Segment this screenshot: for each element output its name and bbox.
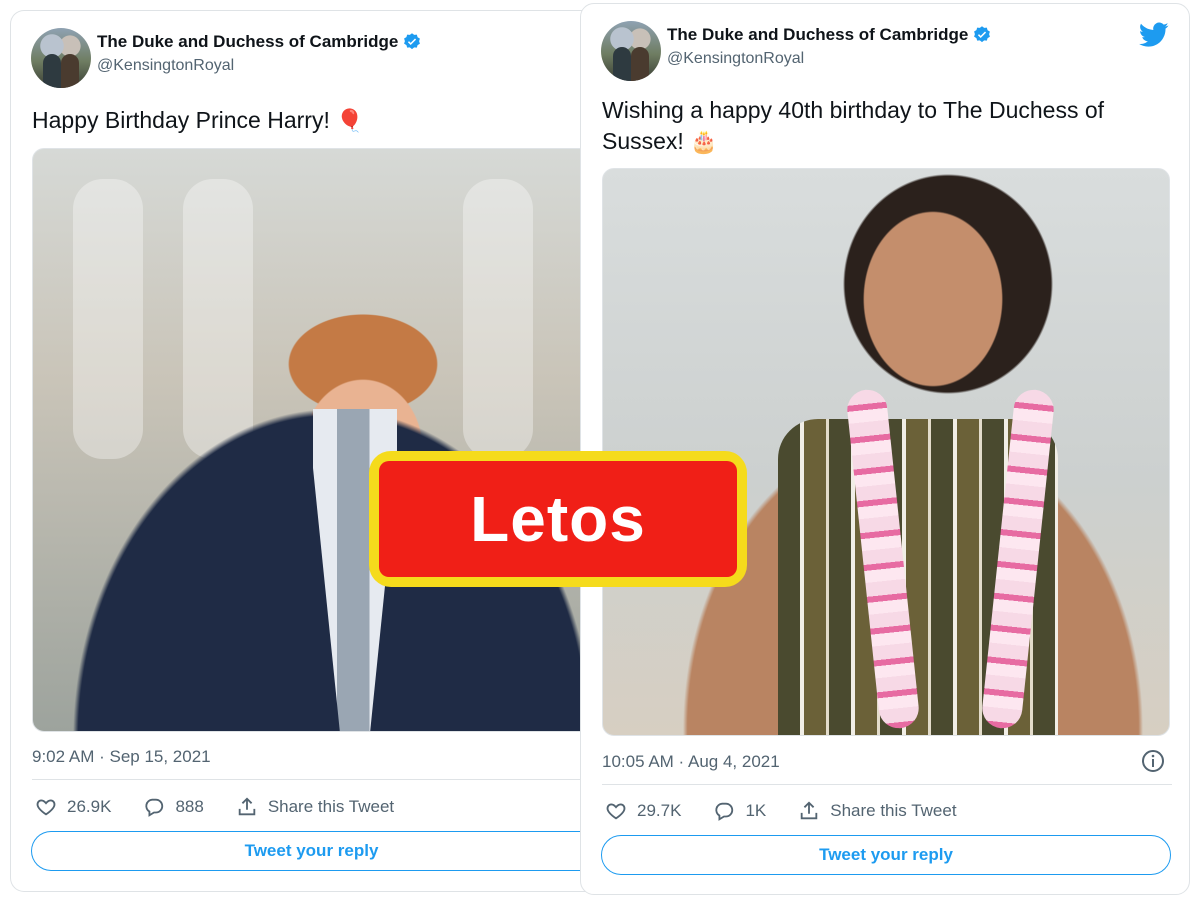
share-label: Share this Tweet — [830, 801, 957, 820]
author-name[interactable]: The Duke and Duchess of Cambridge — [97, 32, 422, 52]
cake-emoji: 🎂 — [690, 129, 718, 154]
tweet-actions: 26.9K 888 Share this Tweet — [35, 796, 426, 818]
author-name-text: The Duke and Duchess of Cambridge — [667, 25, 969, 44]
share-button[interactable]: Share this Tweet — [236, 796, 394, 818]
author-name-text: The Duke and Duchess of Cambridge — [97, 32, 399, 51]
heart-icon — [36, 799, 56, 816]
avatar[interactable] — [31, 28, 91, 88]
share-label: Share this Tweet — [267, 797, 395, 816]
info-icon[interactable] — [1141, 749, 1165, 773]
reply-bubble-icon — [145, 798, 164, 817]
tweet-text-content: Wishing a happy 40th birthday to The Duc… — [602, 97, 1105, 154]
share-button[interactable]: Share this Tweet — [798, 800, 957, 822]
author-name[interactable]: The Duke and Duchess of Cambridge — [667, 25, 992, 45]
like-button[interactable]: 29.7K — [605, 800, 681, 822]
divider — [602, 784, 1172, 785]
author-handle[interactable]: @KensingtonRoyal — [97, 57, 422, 75]
author-handle[interactable]: @KensingtonRoyal — [667, 50, 992, 68]
letos-stamp: Letos — [369, 451, 747, 587]
heart-icon — [606, 803, 626, 820]
reply-button[interactable]: 888 — [143, 796, 204, 818]
divider — [32, 779, 586, 780]
avatar[interactable] — [601, 21, 661, 81]
like-count: 26.9K — [67, 797, 112, 816]
verified-badge-icon — [404, 33, 421, 50]
share-icon — [238, 797, 256, 816]
tweet-your-reply-button[interactable]: Tweet your reply — [31, 831, 586, 871]
tweet-your-reply-button[interactable]: Tweet your reply — [601, 835, 1171, 875]
balloon-emoji: 🎈 — [336, 108, 364, 133]
tweet-text: Wishing a happy 40th birthday to The Duc… — [602, 95, 1162, 157]
reply-button[interactable]: 1K — [713, 800, 766, 822]
tweet-header: The Duke and Duchess of Cambridge @Kensi… — [31, 28, 422, 88]
tweet-text: Happy Birthday Prince Harry! 🎈 — [32, 105, 364, 136]
stamp-label: Letos — [379, 461, 737, 577]
reply-bubble-icon — [715, 802, 734, 821]
verified-badge-icon — [974, 26, 991, 43]
tweet-text-content: Happy Birthday Prince Harry! — [32, 107, 330, 133]
twitter-bird-icon[interactable] — [1139, 22, 1169, 48]
reply-count: 888 — [175, 797, 204, 816]
reply-count: 1K — [745, 801, 767, 820]
tweet-timestamp[interactable]: 9:02 AM · Sep 15, 2021 — [32, 747, 211, 767]
tweet-card-right[interactable]: The Duke and Duchess of Cambridge @Kensi… — [580, 3, 1190, 895]
tweet-header: The Duke and Duchess of Cambridge @Kensi… — [601, 21, 992, 81]
tweet-actions: 29.7K 1K Share this Tweet — [605, 800, 989, 822]
like-count: 29.7K — [637, 801, 682, 820]
share-icon — [800, 801, 818, 820]
tweet-photo[interactable] — [32, 148, 586, 732]
tweet-timestamp[interactable]: 10:05 AM · Aug 4, 2021 — [602, 752, 780, 772]
like-button[interactable]: 26.9K — [35, 796, 111, 818]
